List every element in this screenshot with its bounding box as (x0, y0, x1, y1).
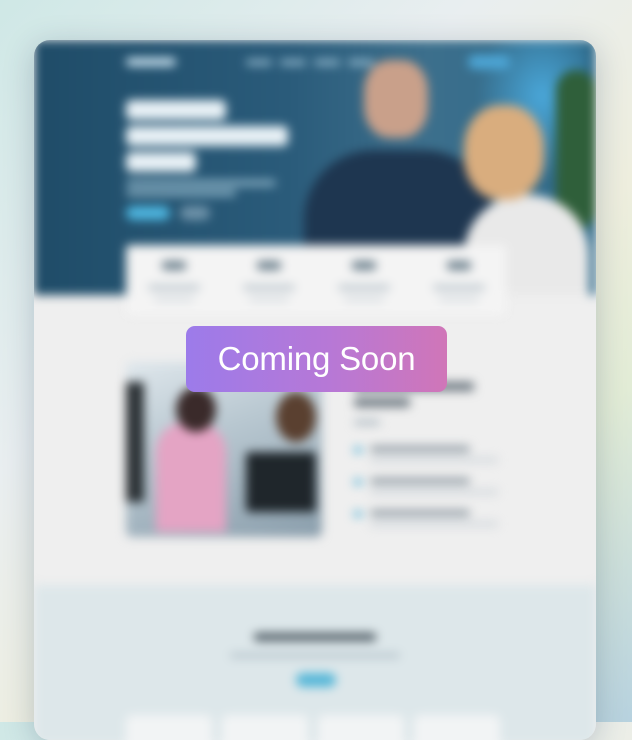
feature-item (354, 444, 504, 474)
feature-item (354, 508, 504, 538)
site-logo (126, 58, 176, 66)
services-section (34, 585, 596, 740)
feature-item (354, 476, 504, 506)
stats-bar (126, 245, 506, 315)
nav-link (348, 60, 374, 65)
services-button (296, 673, 336, 687)
hero-secondary-button (180, 206, 210, 220)
hero-headline-line (126, 152, 196, 172)
service-card (414, 715, 500, 740)
hero-headline-line (126, 126, 288, 146)
coming-soon-badge: Coming Soon (186, 326, 447, 392)
services-heading (254, 633, 376, 641)
stat-item (126, 245, 221, 315)
nav-link (314, 60, 340, 65)
nav-link (246, 60, 272, 65)
hero-subtext (126, 180, 276, 186)
feature-heading-line (354, 398, 410, 407)
feature-kicker (354, 420, 380, 425)
service-card (318, 715, 404, 740)
hero-headline-line (126, 100, 226, 120)
man-head (364, 60, 428, 138)
services-subtext (230, 653, 400, 658)
stat-item (411, 245, 506, 315)
hero-subtext (126, 190, 236, 196)
service-card (126, 715, 212, 740)
nav-cta-button (468, 55, 510, 69)
woman-head (464, 105, 544, 200)
stat-item (316, 245, 411, 315)
stat-item (221, 245, 316, 315)
coming-soon-label: Coming Soon (217, 340, 416, 377)
service-card (222, 715, 308, 740)
nav-link (280, 60, 306, 65)
hero-primary-button (126, 206, 170, 220)
